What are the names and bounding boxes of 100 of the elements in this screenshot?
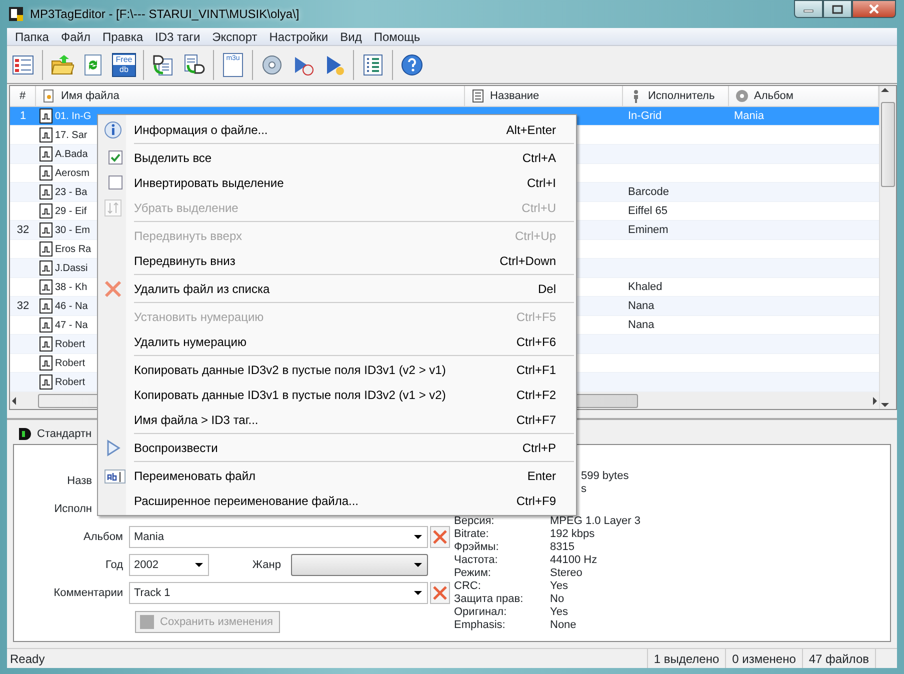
help-icon[interactable] [400, 52, 424, 76]
table-cell-text: Nana [628, 298, 654, 314]
audio-file-icon [39, 146, 53, 162]
checkbox[interactable] [108, 150, 122, 165]
menu-item[interactable]: Файл [54, 28, 96, 46]
audio-file-icon [39, 184, 53, 200]
menu-item[interactable]: Удалить файл из списка Del [100, 276, 574, 301]
tag-editor-icon [17, 426, 31, 442]
column-header[interactable]: # [10, 86, 36, 106]
table-cell-text: 23 - Ba [55, 186, 88, 200]
table-cell-text: 32 [16, 298, 30, 314]
field-label: Жанр [251, 558, 282, 573]
minimize-button[interactable] [794, 0, 823, 18]
field-label: Комментарии [52, 586, 124, 601]
info-value: MPEG 1.0 Layer 3 [550, 515, 640, 528]
info-label: Bitrate: [454, 528, 490, 541]
info-label: Фрэймы: [454, 541, 500, 554]
disc-icon [735, 89, 749, 103]
menu-item[interactable]: Воспроизвести Ctrl+P [100, 435, 574, 460]
maximize-button[interactable] [823, 0, 852, 18]
field-label: Альбом [82, 530, 124, 545]
column-header[interactable]: Исполнитель [623, 86, 729, 106]
folder-icon[interactable] [50, 52, 74, 76]
list-icon[interactable] [361, 52, 385, 76]
table-cell-text: Robert [55, 356, 86, 370]
combo-field[interactable] [291, 554, 428, 576]
dropdown-caret-icon [413, 534, 423, 540]
info-label: Частота: [454, 554, 499, 567]
table-cell-text: 38 - Kh [55, 280, 88, 294]
audio-file-icon [39, 108, 53, 124]
info-value: Yes [550, 580, 568, 593]
scroll-up-icon[interactable] [880, 86, 890, 94]
menu-item[interactable]: Правка [96, 28, 150, 46]
menu-item[interactable]: Расширенное переименование файла... Ctrl+F9 [100, 488, 574, 513]
menu-item[interactable]: Передвинуть вниз Ctrl+Down [100, 248, 574, 273]
scroll-left-icon[interactable] [10, 396, 18, 406]
combo-field[interactable]: 2002 [129, 554, 209, 576]
menu-item[interactable]: Экспорт [206, 28, 264, 46]
table-cell-text: Khaled [628, 280, 662, 295]
menu-item[interactable]: Информация о файле... Alt+Enter [100, 117, 574, 142]
clear-icon [432, 529, 448, 545]
clear-button[interactable] [430, 526, 450, 548]
info-value: Stereo [550, 567, 582, 580]
info-value: 599 bytes [581, 470, 629, 483]
table-cell-text: Eros Ra [55, 242, 92, 256]
menu-item[interactable]: Переименовать файл Enter [100, 463, 574, 488]
combo-field[interactable]: Mania [129, 526, 428, 548]
column-header[interactable]: Название [465, 86, 623, 106]
field-label: Назв [66, 474, 93, 489]
menu-item[interactable]: Имя файла > ID3 таг... Ctrl+F7 [100, 407, 574, 432]
checkbox[interactable] [108, 175, 122, 190]
document-icon [471, 89, 485, 103]
info-label: Оригинал: [454, 606, 508, 619]
audio-file-icon [39, 355, 53, 371]
info-value: s [581, 483, 586, 496]
menu-item[interactable]: Вид [334, 28, 368, 46]
menu-item[interactable]: Выделить все Ctrl+A [100, 145, 574, 170]
scroll-down-icon[interactable] [880, 401, 890, 409]
audio-file-icon [39, 279, 53, 295]
maximize-icon [832, 4, 843, 14]
menu-item[interactable]: Удалить нумерацию Ctrl+F6 [100, 329, 574, 354]
audio-file-icon [39, 336, 53, 352]
audio-file-icon [39, 260, 53, 276]
table-cell-text: 29 - Eif [55, 204, 87, 218]
menu-item[interactable]: Копировать данные ID3v1 в пустые поля ID3v2 (v1 > v2) Ctrl+F2 [100, 382, 574, 407]
table-cell-text: A.Bada [55, 148, 88, 162]
freedb-button[interactable]: Free db [110, 50, 138, 78]
table-cell-text: 46 - Na [55, 300, 88, 314]
document-import-icon[interactable] [182, 52, 206, 76]
audio-file-icon [39, 222, 53, 238]
menu-item[interactable]: Инвертировать выделение Ctrl+I [100, 170, 574, 195]
rename-icon [104, 466, 126, 484]
disc-icon[interactable] [260, 52, 284, 76]
menu-item[interactable]: Папка [9, 28, 55, 46]
table-cell-text: Barcode [628, 184, 669, 200]
menu-item[interactable]: Помощь [368, 28, 426, 46]
info-value: 192 kbps [550, 528, 595, 541]
table-cell-text: 1 [20, 108, 26, 124]
menu-item[interactable]: Копировать данные ID3v2 в пустые поля ID3v1 (v2 > v1) Ctrl+F1 [100, 357, 574, 382]
menu-item[interactable]: Настройки [263, 28, 334, 46]
column-header[interactable]: Имя файла [36, 86, 465, 106]
list-icon[interactable] [11, 52, 35, 76]
window-title: MP3TagEditor - [F:\--- STARUI_VINT\MUSIK\olya\] [30, 6, 300, 23]
tab-label[interactable]: Стандартн [37, 426, 92, 442]
audio-file-icon [39, 203, 53, 219]
table-cell-text: Eminem [628, 222, 668, 238]
info-label: Режим: [454, 567, 492, 580]
audio-file-icon [39, 374, 53, 390]
clear-icon [432, 585, 448, 601]
table-cell-text: In-Grid [628, 108, 662, 124]
combo-field[interactable]: Track 1 [129, 582, 428, 604]
clear-button[interactable] [430, 582, 450, 604]
document-export-icon[interactable] [151, 52, 175, 76]
table-cell-text: Robert [55, 376, 86, 390]
menu-item[interactable]: ID3 таги [149, 28, 206, 46]
status-panel: 47 файлов [802, 649, 875, 668]
close-button[interactable] [852, 0, 896, 18]
scrollbar-thumb[interactable] [881, 102, 895, 187]
table-cell-text: Robert [55, 338, 86, 352]
info-value: None [550, 619, 576, 632]
